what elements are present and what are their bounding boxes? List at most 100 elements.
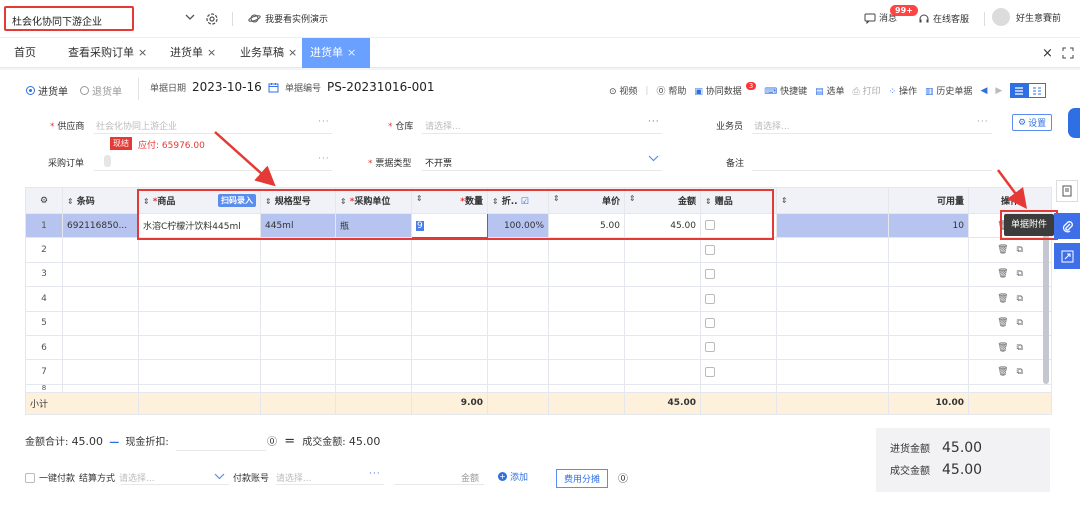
cell[interactable] (411, 383, 488, 393)
cell[interactable] (335, 310, 412, 336)
cell[interactable] (260, 359, 336, 385)
cell[interactable] (624, 286, 701, 312)
gift-checkbox[interactable] (705, 366, 715, 377)
sync-data-button[interactable]: ▣ 协同数据 (694, 84, 741, 97)
col-barcode[interactable]: ⇕ 条码 (62, 187, 139, 214)
cell-barcode[interactable]: 692116850... (62, 212, 139, 239)
cell[interactable] (138, 237, 261, 263)
cell-gift[interactable] (700, 237, 777, 263)
cell[interactable] (487, 383, 549, 393)
chevron-down-icon[interactable] (184, 12, 196, 22)
cell[interactable] (260, 383, 336, 393)
cell[interactable] (62, 261, 139, 288)
cell[interactable] (138, 334, 261, 361)
col-qty[interactable]: ⇕ *数量 (411, 187, 488, 214)
tab-purchase-receipt-active[interactable]: 进货单 × (302, 38, 370, 68)
chevron-down-icon[interactable] (214, 472, 225, 481)
cell[interactable] (548, 261, 625, 288)
warehouse-input[interactable]: 请选择... (425, 119, 461, 132)
gift-checkbox[interactable] (705, 293, 715, 304)
cell[interactable] (548, 359, 625, 385)
cell[interactable] (624, 334, 701, 361)
user-menu[interactable]: 好生意賽前 (992, 8, 1061, 26)
tab-drafts[interactable]: 业务草稿 × (232, 38, 305, 68)
cell[interactable] (624, 261, 701, 288)
grid-scrollbar[interactable] (1043, 214, 1049, 384)
col-product[interactable]: ⇕ *商品 扫码录入 (138, 187, 261, 214)
more-icon[interactable]: ··· (977, 117, 989, 127)
gear-icon[interactable] (205, 12, 219, 26)
col-price[interactable]: ⇕ 单价 (548, 187, 625, 214)
cell[interactable] (411, 286, 488, 312)
account-input[interactable]: 请选择... (276, 474, 312, 484)
cell[interactable] (776, 310, 889, 336)
cell[interactable] (335, 261, 412, 288)
radio-return[interactable]: 退货单 (80, 83, 122, 98)
cell[interactable] (260, 310, 336, 336)
copy-icon[interactable]: ⧉ (1017, 294, 1023, 304)
table-row[interactable]: 6 🗑 ⧉ (25, 334, 1052, 361)
cell-discount[interactable]: 100.00% (487, 212, 549, 239)
table-row[interactable]: 1 692116850... 水溶C柠檬汁饮料445ml 445ml 瓶 9 1… (25, 212, 1052, 239)
table-row[interactable]: 3 🗑 ⧉ (25, 261, 1052, 288)
copy-icon[interactable]: ⧉ (1017, 318, 1023, 328)
cell[interactable] (138, 383, 261, 393)
col-gift[interactable]: ⇕ 赠品 (700, 187, 777, 214)
copy-icon[interactable]: ⧉ (1017, 245, 1023, 255)
tab-purchase-receipt[interactable]: 进货单 × (162, 38, 224, 68)
cell[interactable] (487, 334, 549, 361)
shortcut-button[interactable]: ⌨ 快捷键 (764, 84, 807, 97)
cell[interactable] (62, 310, 139, 336)
col-available[interactable]: 可用量 (888, 187, 969, 214)
cell[interactable] (62, 334, 139, 361)
card-view-button[interactable] (1028, 83, 1047, 98)
attachment-button[interactable] (1054, 213, 1080, 239)
more-icon[interactable]: ··· (318, 154, 330, 164)
cell[interactable] (335, 359, 412, 385)
chevron-down-icon[interactable] (648, 154, 659, 163)
cell[interactable] (487, 359, 549, 385)
close-icon[interactable]: × (288, 46, 297, 59)
cell[interactable] (411, 359, 488, 385)
cell[interactable] (260, 334, 336, 361)
cell-qty[interactable]: 9 (416, 220, 424, 231)
cell-spec[interactable]: 445ml (260, 212, 336, 239)
cell-unit[interactable]: 瓶 (335, 212, 412, 239)
cell[interactable] (335, 334, 412, 361)
cell[interactable] (624, 383, 701, 393)
print-button[interactable]: ⎙ 打印 (853, 84, 881, 97)
cell[interactable] (260, 286, 336, 312)
close-icon[interactable]: × (347, 46, 356, 59)
cell[interactable] (138, 359, 261, 385)
column-settings[interactable]: ⚙ (25, 187, 63, 214)
table-row[interactable]: 5 🗑 ⧉ (25, 310, 1052, 336)
note-side-button[interactable] (1056, 180, 1078, 202)
cell[interactable] (487, 237, 549, 263)
expand-side-button[interactable] (1054, 243, 1080, 269)
delete-icon[interactable]: 🗑 (997, 343, 1008, 353)
cell[interactable] (548, 237, 625, 263)
gift-checkbox[interactable] (705, 318, 715, 328)
cell-qty-input[interactable]: 9 (411, 212, 488, 239)
po-toggle[interactable] (104, 155, 111, 167)
cell[interactable] (62, 286, 139, 312)
scan-entry-button[interactable]: 扫码录入 (218, 194, 256, 207)
one-key-pay-checkbox[interactable] (25, 472, 35, 483)
cell-gift[interactable] (700, 212, 777, 239)
cell[interactable] (62, 359, 139, 385)
table-row[interactable]: 2 🗑 ⧉ (25, 237, 1052, 263)
cell-extra[interactable] (776, 212, 889, 239)
cell-gift[interactable] (700, 359, 777, 385)
list-view-button[interactable] (1010, 83, 1029, 98)
delete-icon[interactable]: 🗑 (997, 294, 1008, 304)
cell[interactable] (548, 286, 625, 312)
gift-checkbox[interactable] (705, 220, 715, 231)
more-icon[interactable]: ··· (318, 117, 330, 127)
tab-view-po[interactable]: 查看采购订单 × (60, 38, 155, 68)
help-button[interactable]: ⓪ 帮助 (656, 84, 686, 97)
cell[interactable] (776, 261, 889, 288)
cell[interactable] (335, 237, 412, 263)
cell[interactable] (487, 261, 549, 288)
cell[interactable] (548, 383, 625, 393)
cell[interactable] (335, 383, 412, 393)
